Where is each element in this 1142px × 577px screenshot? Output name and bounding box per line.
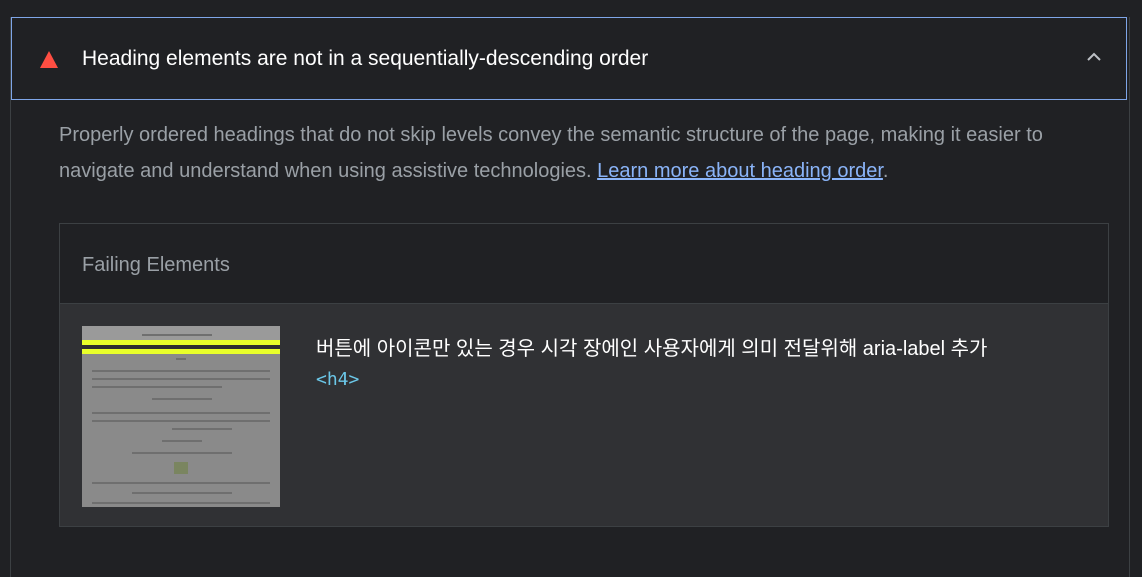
failing-element-row[interactable]: 버튼에 아이콘만 있는 경우 시각 장에인 사용자에게 의미 전달위해 aria… [60, 304, 1108, 526]
audit-title: Heading elements are not in a sequential… [82, 47, 649, 70]
description-end: . [882, 160, 889, 182]
failing-element-tag: <h4> [316, 369, 360, 390]
failing-elements-header: Failing Elements [60, 224, 1108, 304]
description-text: Properly ordered headings that do not sk… [59, 124, 1043, 182]
failing-elements-table: Failing Elements 버튼에 아이콘만 있는 경우 시각 장에인 사… [59, 223, 1109, 527]
page-screenshot-thumbnail[interactable] [82, 326, 280, 507]
audit-panel: Heading elements are not in a sequential… [10, 17, 1130, 577]
learn-more-link[interactable]: Learn more about heading order [597, 160, 883, 182]
chevron-up-icon[interactable] [1086, 49, 1102, 65]
audit-header[interactable]: Heading elements are not in a sequential… [11, 17, 1127, 100]
audit-description: Properly ordered headings that do not sk… [59, 117, 1119, 189]
failing-elements-title: Failing Elements [82, 254, 230, 276]
fail-triangle-icon [40, 51, 58, 68]
failing-element-label: 버튼에 아이콘만 있는 경우 시각 장에인 사용자에게 의미 전달위해 aria… [316, 338, 988, 360]
